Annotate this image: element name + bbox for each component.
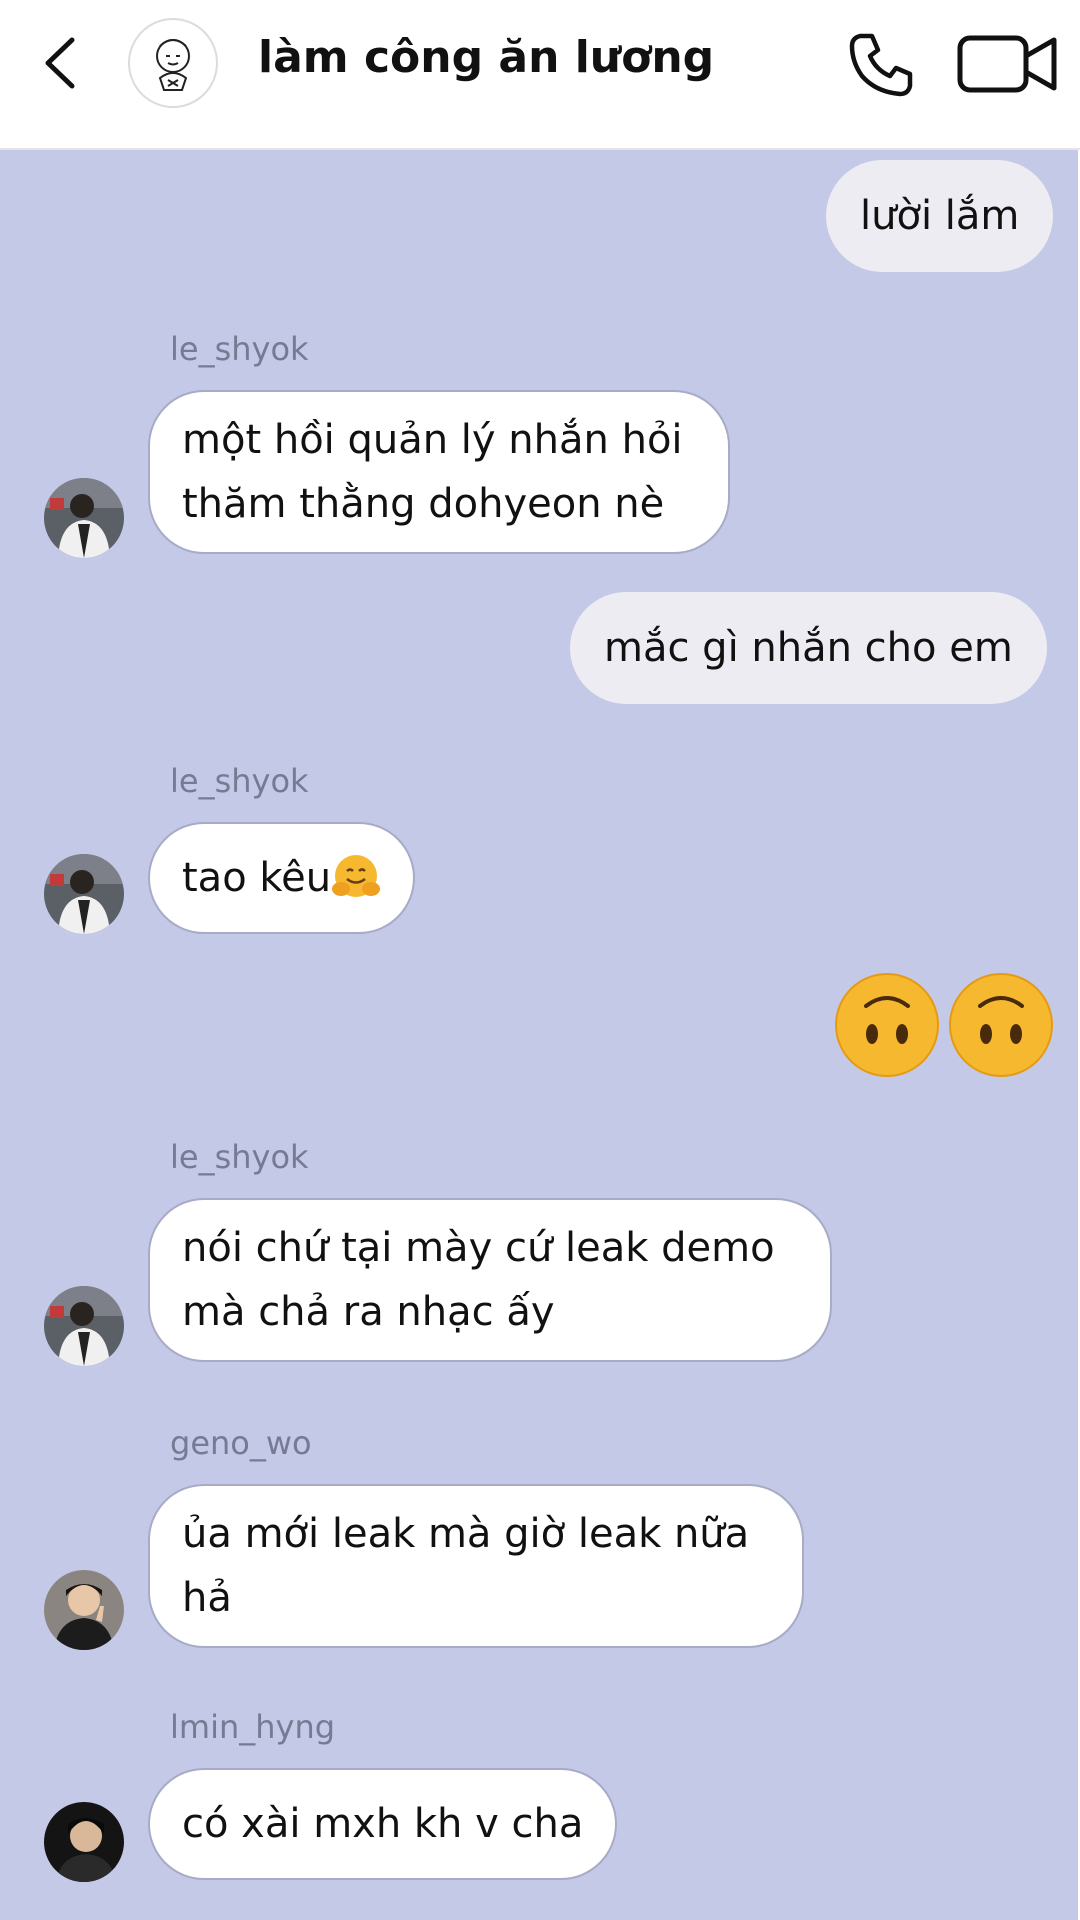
incoming-message[interactable]: một hồi quản lý nhắn hỏi thăm thằng dohy…	[148, 390, 730, 554]
incoming-message[interactable]: ủa mới leak mà giờ leak nữa hả	[148, 1484, 804, 1648]
profile-photo-icon	[44, 1570, 124, 1650]
avatar-le-shyok[interactable]	[44, 1286, 124, 1366]
incoming-message[interactable]: tao kêu	[148, 822, 416, 934]
doodle-avatar-image	[156, 39, 190, 91]
back-button[interactable]	[34, 28, 82, 98]
profile-photo-icon	[44, 854, 124, 934]
avatar-le-shyok[interactable]	[44, 854, 124, 934]
upside-down-face-emoji[interactable]	[834, 972, 940, 1078]
sender-name: le_shyok	[170, 762, 309, 800]
sender-name: le_shyok	[170, 1138, 309, 1176]
chevron-left-icon	[45, 37, 75, 89]
incoming-message[interactable]: có xài mxh kh v cha	[148, 1768, 618, 1880]
sender-name: geno_wo	[170, 1424, 312, 1462]
call-button[interactable]	[846, 28, 918, 100]
outgoing-message[interactable]: mắc gì nhắn cho em	[570, 592, 1047, 704]
sender-name: lmin_hyng	[170, 1708, 336, 1746]
upside-down-face-emoji[interactable]	[948, 972, 1054, 1078]
avatar-geno-wo[interactable]	[44, 1570, 124, 1650]
profile-photo-icon	[44, 478, 124, 558]
avatar-lmin-hyng[interactable]	[44, 1802, 124, 1882]
video-camera-icon	[957, 35, 1057, 93]
outgoing-message[interactable]: lười lắm	[826, 160, 1054, 272]
chat-title: làm công ăn lương	[258, 32, 715, 83]
profile-photo-icon	[44, 1802, 124, 1882]
hugging-face-emoji	[332, 855, 381, 897]
incoming-message[interactable]: nói chứ tại mày cứ leak demo mà chả ra n…	[148, 1198, 832, 1362]
profile-photo-icon	[44, 1286, 124, 1366]
group-avatar[interactable]	[128, 18, 218, 108]
phone-icon	[849, 33, 913, 97]
video-call-button[interactable]	[956, 30, 1060, 98]
message-list[interactable]: lười lắm le_shyok một hồi quản lý nhắn h…	[0, 150, 1078, 1920]
avatar-le-shyok[interactable]	[44, 478, 124, 558]
message-text: tao kêu	[182, 855, 332, 901]
sender-name: le_shyok	[170, 330, 309, 368]
chat-header: làm công ăn lương	[0, 0, 1080, 150]
